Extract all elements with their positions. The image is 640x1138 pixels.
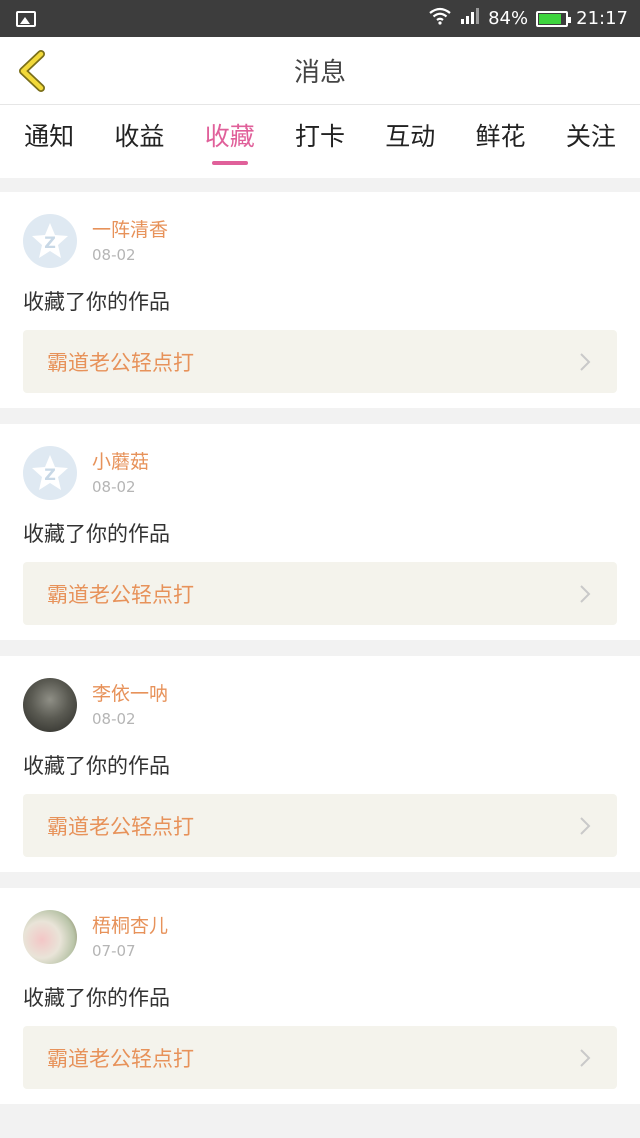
wifi-icon bbox=[428, 7, 452, 30]
chevron-right-icon bbox=[575, 1048, 595, 1068]
user-meta: 李依一呐 08-02 bbox=[92, 678, 168, 728]
username[interactable]: 一阵清香 bbox=[92, 218, 168, 242]
status-right: 84% 21:17 bbox=[428, 7, 628, 30]
clock: 21:17 bbox=[576, 8, 628, 29]
card-head: Z 一阵清香 08-02 bbox=[23, 214, 617, 268]
action-text: 收藏了你的作品 bbox=[23, 522, 170, 546]
svg-text:Z: Z bbox=[44, 233, 56, 252]
work-title: 霸道老公轻点打 bbox=[47, 814, 194, 839]
chevron-right-icon bbox=[575, 584, 595, 604]
signal-icon bbox=[460, 8, 480, 29]
svg-text:Z: Z bbox=[44, 465, 56, 484]
date: 08-02 bbox=[92, 710, 136, 728]
page-title: 消息 bbox=[293, 58, 346, 88]
chevron-left-icon bbox=[19, 50, 45, 92]
image-icon bbox=[16, 10, 36, 27]
tab-follow[interactable]: 关注 bbox=[560, 115, 622, 169]
tab-bar: 通知 收益 收藏 打卡 互动 鲜花 关注 bbox=[0, 105, 640, 178]
action-text: 收藏了你的作品 bbox=[23, 290, 170, 314]
card-head: 梧桐杏儿 07-07 bbox=[23, 910, 617, 964]
list-item: 梧桐杏儿 07-07 收藏了你的作品 霸道老公轻点打 bbox=[0, 888, 640, 1104]
work-title: 霸道老公轻点打 bbox=[47, 350, 194, 375]
chevron-right-icon bbox=[575, 352, 595, 372]
tab-earnings[interactable]: 收益 bbox=[108, 115, 170, 169]
message-list: Z 一阵清香 08-02 收藏了你的作品 霸道老公轻点打 Z 小蘑菇 08-02… bbox=[0, 178, 640, 1104]
work-title: 霸道老公轻点打 bbox=[47, 1046, 194, 1071]
default-avatar-icon: Z bbox=[32, 455, 68, 490]
status-bar: 84% 21:17 bbox=[0, 0, 640, 37]
card-head: Z 小蘑菇 08-02 bbox=[23, 446, 617, 500]
default-avatar-icon: Z bbox=[32, 223, 68, 258]
status-left bbox=[16, 10, 428, 27]
back-button[interactable] bbox=[10, 47, 54, 95]
photo-avatar[interactable] bbox=[23, 678, 77, 732]
header: 消息 bbox=[0, 37, 640, 105]
username[interactable]: 小蘑菇 bbox=[92, 450, 149, 474]
tab-interaction[interactable]: 互动 bbox=[379, 115, 441, 169]
tab-checkin[interactable]: 打卡 bbox=[289, 115, 351, 169]
action-text: 收藏了你的作品 bbox=[23, 986, 170, 1010]
tab-flowers[interactable]: 鲜花 bbox=[470, 115, 532, 169]
work-link[interactable]: 霸道老公轻点打 bbox=[23, 330, 617, 393]
chevron-right-icon bbox=[575, 816, 595, 836]
action-text: 收藏了你的作品 bbox=[23, 754, 170, 778]
photo-avatar[interactable] bbox=[23, 910, 77, 964]
username[interactable]: 李依一呐 bbox=[92, 682, 168, 706]
avatar[interactable]: Z bbox=[23, 446, 77, 500]
battery-icon bbox=[536, 10, 572, 27]
tab-notification[interactable]: 通知 bbox=[18, 115, 80, 169]
date: 07-07 bbox=[92, 942, 136, 960]
user-meta: 一阵清香 08-02 bbox=[92, 214, 168, 264]
list-item: 李依一呐 08-02 收藏了你的作品 霸道老公轻点打 bbox=[0, 656, 640, 872]
date: 08-02 bbox=[92, 478, 136, 496]
user-meta: 小蘑菇 08-02 bbox=[92, 446, 149, 496]
tab-favorites[interactable]: 收藏 bbox=[199, 115, 261, 169]
username[interactable]: 梧桐杏儿 bbox=[92, 914, 168, 938]
work-link[interactable]: 霸道老公轻点打 bbox=[23, 794, 617, 857]
card-head: 李依一呐 08-02 bbox=[23, 678, 617, 732]
battery-fill bbox=[539, 13, 561, 24]
work-title: 霸道老公轻点打 bbox=[47, 582, 194, 607]
avatar[interactable]: Z bbox=[23, 214, 77, 268]
user-meta: 梧桐杏儿 07-07 bbox=[92, 910, 168, 960]
battery-percent: 84% bbox=[488, 8, 529, 29]
list-item: Z 一阵清香 08-02 收藏了你的作品 霸道老公轻点打 bbox=[0, 192, 640, 408]
work-link[interactable]: 霸道老公轻点打 bbox=[23, 1026, 617, 1089]
work-link[interactable]: 霸道老公轻点打 bbox=[23, 562, 617, 625]
list-item: Z 小蘑菇 08-02 收藏了你的作品 霸道老公轻点打 bbox=[0, 424, 640, 640]
date: 08-02 bbox=[92, 246, 136, 264]
